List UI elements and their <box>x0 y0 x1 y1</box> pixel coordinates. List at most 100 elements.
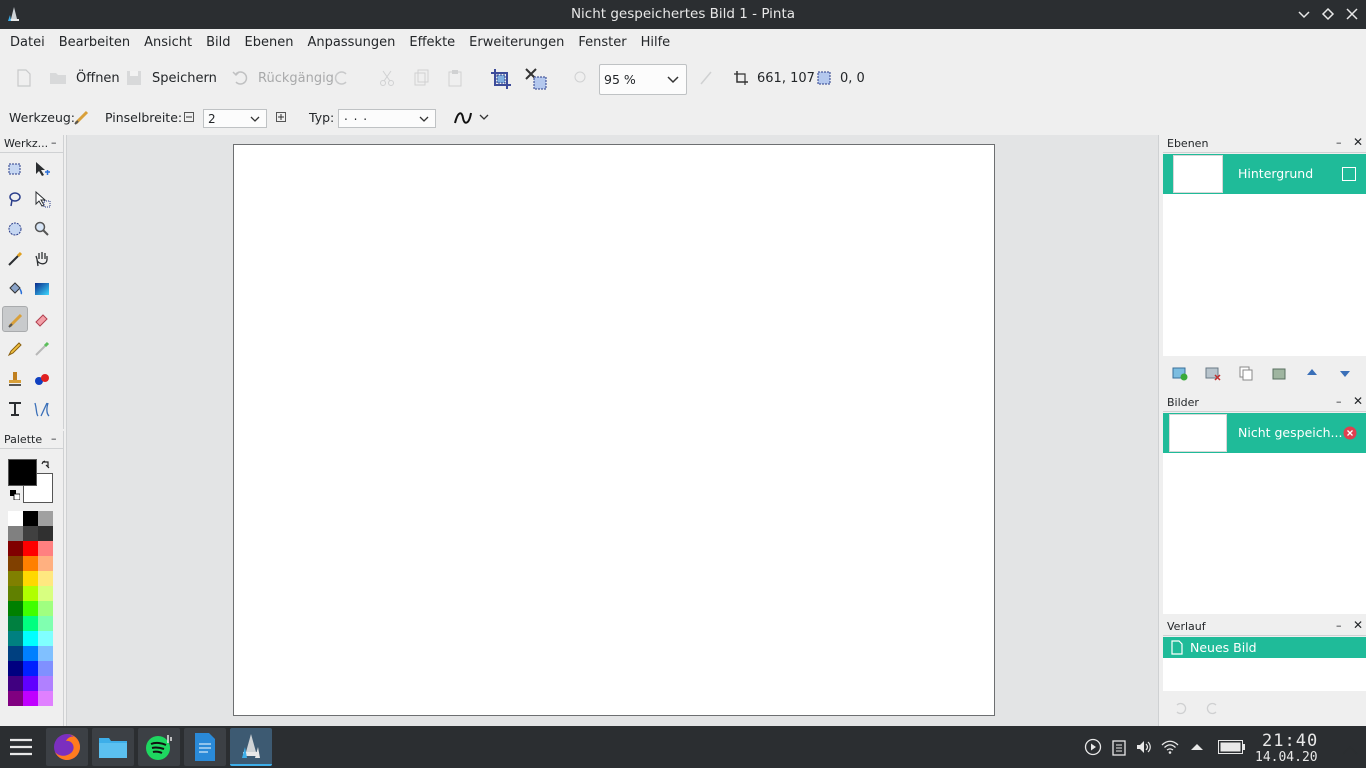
palette-swatch[interactable] <box>23 691 38 706</box>
deselect-icon[interactable] <box>523 66 549 92</box>
clipboard-icon[interactable] <box>1110 738 1128 756</box>
layer-visibility-checkbox[interactable] <box>1342 167 1356 181</box>
palette-swatch[interactable] <box>38 511 53 526</box>
palette-swatch[interactable] <box>8 691 23 706</box>
show-desktop-icon[interactable] <box>1341 738 1359 756</box>
undo-button[interactable]: Rückgängig <box>230 56 334 100</box>
palette-swatch[interactable] <box>38 661 53 676</box>
palette-swatch[interactable] <box>38 586 53 601</box>
copy-icon[interactable] <box>412 68 430 88</box>
task-document[interactable] <box>184 728 226 766</box>
task-pinta[interactable] <box>230 728 272 766</box>
decrease-icon[interactable] <box>184 112 194 122</box>
menu-edit[interactable]: Bearbeiten <box>52 29 137 56</box>
paste-icon[interactable] <box>446 68 464 88</box>
swap-colors-icon[interactable] <box>41 460 51 470</box>
crop-to-selection-icon[interactable] <box>489 67 513 91</box>
lasso-select-tool[interactable] <box>2 186 28 212</box>
palette-swatch[interactable] <box>8 511 23 526</box>
palette-swatch[interactable] <box>8 556 23 571</box>
palette-swatch[interactable] <box>23 661 38 676</box>
palette-swatch[interactable] <box>8 601 23 616</box>
palette-swatch[interactable] <box>8 571 23 586</box>
text-tool[interactable] <box>2 396 28 422</box>
battery-icon[interactable] <box>1218 740 1245 754</box>
reset-colors-icon[interactable] <box>10 490 20 500</box>
palette-swatch[interactable] <box>38 646 53 661</box>
close-panel-icon[interactable]: ✕ <box>1353 394 1363 408</box>
palette-swatch[interactable] <box>8 586 23 601</box>
palette-swatch[interactable] <box>8 646 23 661</box>
palette-swatch[interactable] <box>23 526 38 541</box>
palette-swatch[interactable] <box>8 541 23 556</box>
zoom-select[interactable]: 95 % <box>599 64 687 95</box>
palette-swatch[interactable] <box>38 571 53 586</box>
color-picker-tool[interactable] <box>29 336 55 362</box>
menu-window[interactable]: Fenster <box>571 29 633 56</box>
volume-icon[interactable] <box>1135 738 1153 756</box>
palette-swatch[interactable] <box>23 616 38 631</box>
move-layer-up-icon[interactable] <box>1304 365 1320 381</box>
app-menu-icon[interactable] <box>9 737 33 757</box>
clock-date[interactable]: 14.04.20 <box>1255 750 1318 765</box>
palette-swatch[interactable] <box>38 556 53 571</box>
palette-swatch[interactable] <box>38 601 53 616</box>
zoom-tool[interactable] <box>29 216 55 242</box>
ellipse-select-tool[interactable] <box>2 216 28 242</box>
gradient-tool[interactable] <box>29 276 55 302</box>
task-spotify[interactable] <box>138 728 180 766</box>
layer-row[interactable]: Hintergrund <box>1163 154 1366 194</box>
history-undo-icon[interactable] <box>1172 700 1188 716</box>
palette-swatch[interactable] <box>23 646 38 661</box>
maximize-icon[interactable] <box>1319 5 1337 23</box>
palette-swatch[interactable] <box>8 676 23 691</box>
open-button[interactable]: Öffnen <box>48 56 120 100</box>
minimize-panel-icon[interactable]: – <box>51 432 57 445</box>
menu-adjustments[interactable]: Anpassungen <box>301 29 403 56</box>
menu-layers[interactable]: Ebenen <box>238 29 301 56</box>
zoom-in-icon[interactable] <box>697 68 715 88</box>
palette-swatch[interactable] <box>23 631 38 646</box>
palette-swatch[interactable] <box>23 586 38 601</box>
minimize-panel-icon[interactable]: – <box>1336 619 1342 632</box>
palette-swatch[interactable] <box>38 526 53 541</box>
close-image-icon[interactable] <box>1343 426 1357 440</box>
palette-swatch[interactable] <box>38 691 53 706</box>
zoom-out-icon[interactable] <box>572 68 590 88</box>
palette-swatch[interactable] <box>23 541 38 556</box>
line-curve-tool[interactable] <box>29 396 55 422</box>
menu-addins[interactable]: Erweiterungen <box>462 29 571 56</box>
palette-swatch[interactable] <box>8 616 23 631</box>
palette-swatch[interactable] <box>23 571 38 586</box>
palette-swatch[interactable] <box>8 631 23 646</box>
pencil-tool[interactable] <box>2 336 28 362</box>
increase-icon[interactable] <box>276 112 286 122</box>
add-layer-icon[interactable] <box>1172 365 1188 381</box>
clock-time[interactable]: 21:40 <box>1262 731 1318 751</box>
close-panel-icon[interactable]: ✕ <box>1353 618 1363 632</box>
canvas-area[interactable] <box>66 135 1159 726</box>
palette-swatch[interactable] <box>8 526 23 541</box>
brush-width-input[interactable]: 2 <box>203 109 267 128</box>
palette-swatch[interactable] <box>23 511 38 526</box>
menu-effects[interactable]: Effekte <box>402 29 462 56</box>
image-canvas[interactable] <box>233 144 995 716</box>
palette-swatch[interactable] <box>23 556 38 571</box>
antialiasing-chevron-down-icon[interactable] <box>478 111 490 123</box>
palette-swatch[interactable] <box>23 601 38 616</box>
palette-swatch[interactable] <box>23 676 38 691</box>
history-item[interactable]: Neues Bild <box>1163 637 1366 658</box>
menu-file[interactable]: Datei <box>3 29 52 56</box>
task-firefox[interactable] <box>46 728 88 766</box>
move-selected-tool[interactable] <box>29 156 55 182</box>
delete-layer-icon[interactable] <box>1205 365 1221 381</box>
menu-view[interactable]: Ansicht <box>137 29 199 56</box>
palette-swatch[interactable] <box>38 616 53 631</box>
antialiasing-icon[interactable] <box>453 109 473 127</box>
magic-wand-tool[interactable] <box>2 246 28 272</box>
close-icon[interactable] <box>1343 5 1361 23</box>
task-file-manager[interactable] <box>92 728 134 766</box>
palette-swatch[interactable] <box>38 541 53 556</box>
eraser-tool[interactable] <box>29 306 55 332</box>
recolor-tool[interactable] <box>29 366 55 392</box>
